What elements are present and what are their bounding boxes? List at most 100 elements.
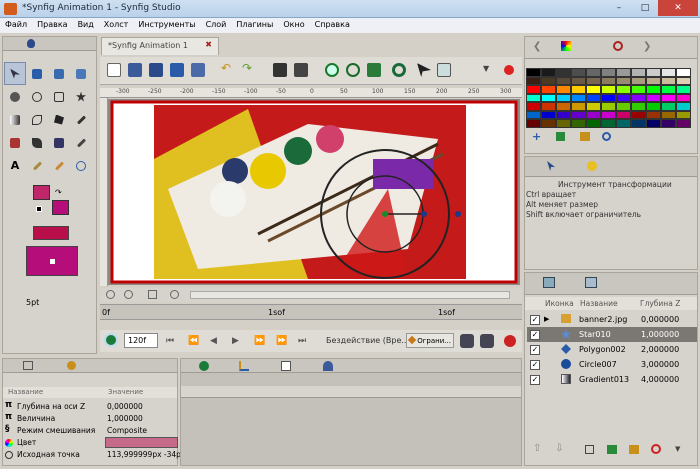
zoom-tool[interactable] bbox=[70, 154, 92, 177]
star-tool[interactable] bbox=[70, 85, 92, 108]
palette-swatch[interactable] bbox=[646, 68, 661, 77]
future-keyframes-lock-icon[interactable] bbox=[480, 334, 494, 348]
palette-swatch[interactable] bbox=[661, 68, 676, 77]
current-frame-field[interactable]: 120f bbox=[124, 333, 158, 348]
palette-swatch[interactable] bbox=[631, 93, 646, 102]
canvas-menu-chevron-icon[interactable]: ▼ bbox=[483, 64, 497, 78]
palette-swatch[interactable] bbox=[556, 93, 571, 102]
palette-swatch[interactable] bbox=[661, 102, 676, 111]
sound-tab-icon[interactable] bbox=[323, 361, 333, 371]
canvas-viewport[interactable] bbox=[108, 99, 520, 285]
palette-swatch[interactable] bbox=[601, 93, 616, 102]
menu-plugins[interactable]: Плагины bbox=[231, 18, 278, 33]
palette-swatch[interactable] bbox=[631, 85, 646, 94]
palette-swatch[interactable] bbox=[601, 110, 616, 119]
palette-swatch[interactable] bbox=[541, 102, 556, 111]
palette-swatch[interactable] bbox=[541, 119, 556, 128]
palette-swatch[interactable] bbox=[601, 76, 616, 85]
palette-swatch[interactable] bbox=[616, 110, 631, 119]
navigator-tab-icon[interactable] bbox=[613, 41, 623, 51]
palette-swatch[interactable] bbox=[526, 93, 541, 102]
zoom-in-icon[interactable] bbox=[124, 290, 133, 299]
bounds-toggle[interactable]: Ограни... bbox=[406, 333, 454, 348]
canvas-artwork[interactable] bbox=[108, 99, 520, 285]
smooth-move-tool[interactable] bbox=[26, 62, 48, 85]
rotate-tool[interactable] bbox=[70, 62, 92, 85]
palette-swatch[interactable] bbox=[646, 110, 661, 119]
expand-arrow-icon[interactable]: ▶ bbox=[544, 315, 549, 323]
toggle-ducks-icon[interactable] bbox=[417, 63, 431, 77]
duplicate-layer-icon[interactable] bbox=[585, 445, 594, 454]
polygon-tool[interactable] bbox=[48, 108, 70, 131]
blend-preview[interactable] bbox=[26, 246, 78, 276]
palette-swatch[interactable] bbox=[631, 76, 646, 85]
next-keyframe-icon[interactable]: ⏩ bbox=[276, 336, 287, 346]
menu-file[interactable]: Файл bbox=[0, 18, 32, 33]
palette-swatch[interactable] bbox=[676, 85, 691, 94]
redo-icon[interactable]: ↷ bbox=[242, 61, 256, 75]
layer-visibility-checkbox[interactable]: ✓ bbox=[530, 330, 540, 340]
param-row[interactable]: π Глубина на оси Z 0,000000 bbox=[5, 400, 177, 413]
animation-record-icon[interactable] bbox=[504, 335, 516, 347]
time-slider[interactable]: 0f 1sof 1sof bbox=[100, 304, 522, 320]
palette-swatch[interactable] bbox=[541, 85, 556, 94]
palette-swatch[interactable] bbox=[616, 93, 631, 102]
sets-tab-icon[interactable] bbox=[585, 277, 597, 288]
layer-visibility-checkbox[interactable]: ✓ bbox=[530, 360, 540, 370]
palette-swatch[interactable] bbox=[616, 119, 631, 128]
spline-tool[interactable] bbox=[26, 108, 48, 131]
timetrack-ruler[interactable] bbox=[181, 386, 521, 398]
circle-tool[interactable] bbox=[26, 85, 48, 108]
palette-swatch[interactable] bbox=[586, 68, 601, 77]
color-param-swatch[interactable] bbox=[105, 437, 178, 448]
menu-layer[interactable]: Слой bbox=[201, 18, 232, 33]
menu-window[interactable]: Окно bbox=[278, 18, 309, 33]
palette-swatch[interactable] bbox=[601, 102, 616, 111]
seek-begin-icon[interactable]: ⏮ bbox=[166, 336, 174, 346]
palette-swatch[interactable] bbox=[646, 102, 661, 111]
document-tab[interactable]: *Synfig Animation 1 ✖ bbox=[101, 37, 219, 55]
palette-swatch[interactable] bbox=[586, 119, 601, 128]
palette-swatch[interactable] bbox=[601, 85, 616, 94]
outline-color-swatch[interactable] bbox=[33, 185, 50, 200]
close-button[interactable]: ✕ bbox=[658, 0, 698, 16]
layer-visibility-checkbox[interactable]: ✓ bbox=[530, 375, 540, 385]
palette-swatch[interactable] bbox=[646, 119, 661, 128]
layer-row[interactable]: ✓ ▶ banner2.jpg 0,000000 bbox=[527, 312, 697, 327]
palette-swatch[interactable] bbox=[676, 93, 691, 102]
palette-swatch[interactable] bbox=[586, 102, 601, 111]
horizontal-scrollbar[interactable] bbox=[190, 291, 510, 299]
zoom-fit-icon[interactable] bbox=[148, 290, 157, 299]
swap-colors-icon[interactable]: ↷ bbox=[55, 188, 62, 197]
open-file-icon[interactable] bbox=[128, 63, 142, 77]
text-tool[interactable]: A bbox=[4, 154, 26, 177]
palette-swatch[interactable] bbox=[526, 119, 541, 128]
palette-swatch[interactable] bbox=[601, 119, 616, 128]
palette-swatch[interactable] bbox=[571, 76, 586, 85]
keyframes-tab-icon[interactable] bbox=[281, 361, 291, 371]
encapsulate-icon[interactable] bbox=[607, 445, 617, 454]
param-row[interactable]: Цвет bbox=[5, 437, 178, 449]
group-folder-icon[interactable] bbox=[629, 445, 639, 454]
palette-swatch[interactable] bbox=[571, 102, 586, 111]
rectangle-tool[interactable] bbox=[48, 85, 70, 108]
snap-grid-icon[interactable] bbox=[367, 63, 381, 77]
zoom-100-icon[interactable] bbox=[170, 290, 179, 299]
palette-tab-icon[interactable] bbox=[561, 41, 571, 51]
palette-swatch[interactable] bbox=[586, 85, 601, 94]
prev-keyframe-icon[interactable]: ⏪ bbox=[188, 336, 199, 346]
seek-end-icon[interactable]: ⏭ bbox=[298, 336, 306, 346]
param-row[interactable]: Исходная точка 113,999999px -34px bbox=[5, 449, 185, 461]
layer-visibility-checkbox[interactable]: ✓ bbox=[530, 315, 540, 325]
reset-colors-icon[interactable] bbox=[36, 206, 42, 212]
palette-swatch[interactable] bbox=[676, 102, 691, 111]
next-arrow-icon[interactable]: ❯ bbox=[643, 41, 651, 52]
fill-color-swatch[interactable] bbox=[52, 200, 69, 215]
palette-swatch[interactable] bbox=[631, 110, 646, 119]
palette-swatch[interactable] bbox=[571, 85, 586, 94]
palette-swatch[interactable] bbox=[676, 76, 691, 85]
mirror-tool[interactable] bbox=[4, 85, 26, 108]
onion-skin-icon[interactable] bbox=[325, 63, 339, 77]
next-frame-icon[interactable]: ⏩ bbox=[254, 336, 265, 346]
outline-width-widget[interactable] bbox=[33, 226, 69, 240]
